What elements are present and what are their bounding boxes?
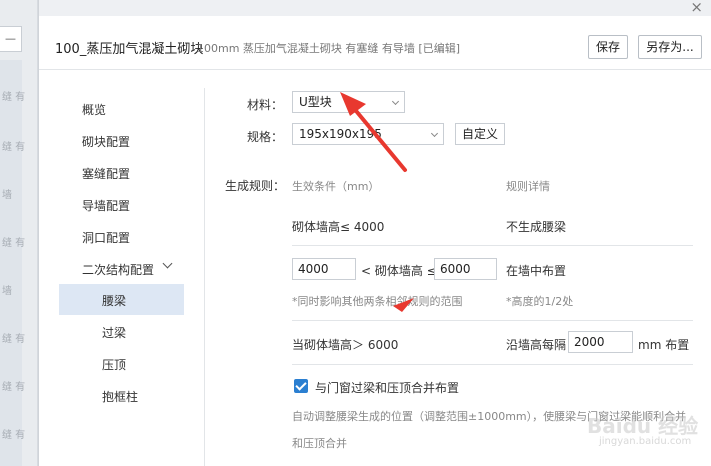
annotation-arrow-note	[393, 298, 414, 312]
annotation-arrow-material	[340, 92, 407, 172]
annotation-arrows	[340, 92, 414, 312]
